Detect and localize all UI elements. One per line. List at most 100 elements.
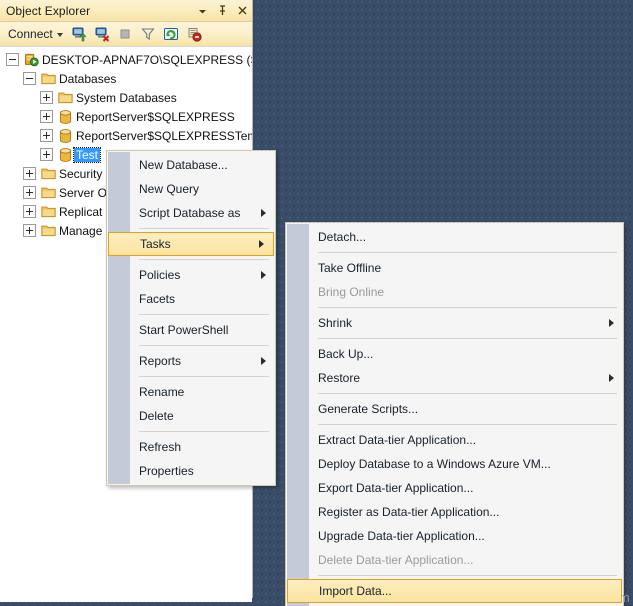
connect-button-label: Connect	[8, 27, 53, 41]
menu-item[interactable]: Tasks	[108, 232, 274, 256]
dropdown-icon[interactable]	[197, 4, 208, 17]
menu-item[interactable]: Rename	[107, 380, 275, 404]
menu-item-label: Take Offline	[318, 261, 382, 275]
connect-button[interactable]: Connect	[5, 26, 66, 42]
menu-item[interactable]: Register as Data-tier Application...	[286, 500, 623, 524]
tree-node-label: Manage	[59, 223, 103, 238]
menu-separator	[139, 259, 269, 260]
menu-item-label: Generate Scripts...	[318, 402, 419, 416]
menu-item-label: Delete Data-tier Application...	[318, 553, 474, 567]
disconnect-object-explorer-icon[interactable]	[92, 24, 112, 44]
menu-item-label: Refresh	[139, 440, 182, 454]
menu-item[interactable]: New Query	[107, 177, 275, 201]
menu-item-label: Back Up...	[318, 347, 374, 361]
expand-toggle-icon[interactable]	[23, 205, 36, 218]
menu-item[interactable]: Upgrade Data-tier Application...	[286, 524, 623, 548]
menu-separator	[318, 393, 617, 394]
expand-toggle-icon[interactable]	[40, 148, 53, 161]
menu-item-label: Shrink	[318, 316, 353, 330]
menu-separator	[139, 314, 269, 315]
menu-item[interactable]: Take Offline	[286, 256, 623, 280]
expand-toggle-icon[interactable]	[40, 110, 53, 123]
menu-item[interactable]: Restore	[286, 366, 623, 390]
menu-item-label: Rename	[139, 385, 185, 399]
menu-item[interactable]: Export Data-tier Application...	[286, 476, 623, 500]
refresh-icon[interactable]	[161, 24, 181, 44]
folder-icon	[56, 91, 74, 104]
menu-item[interactable]: Deploy Database to a Windows Azure VM...	[286, 452, 623, 476]
tree-node-label: System Databases	[76, 90, 177, 105]
expand-toggle-icon[interactable]	[23, 224, 36, 237]
menu-item[interactable]: Delete	[107, 404, 275, 428]
tree-node-label: Replicat	[59, 204, 103, 219]
menu-item-label: Properties	[139, 464, 194, 478]
expand-toggle-icon[interactable]	[23, 186, 36, 199]
menu-item[interactable]: Generate Scripts...	[286, 397, 623, 421]
submenu-arrow-icon	[609, 374, 614, 382]
menu-item-label: New Query	[139, 182, 200, 196]
tree-node-label: ReportServer$SQLEXPRESSTemp	[76, 128, 252, 143]
menu-item-label: Delete	[139, 409, 174, 423]
tree-node[interactable]: DESKTOP-APNAF7O\SQLEXPRESS (SQL	[0, 50, 252, 69]
object-explorer-toolbar: Connect	[0, 22, 252, 47]
object-explorer-titlebar: Object Explorer	[0, 0, 252, 22]
collapse-toggle-icon[interactable]	[23, 72, 36, 85]
stop-script-icon[interactable]	[184, 24, 204, 44]
menu-item[interactable]: Back Up...	[286, 342, 623, 366]
menu-item[interactable]: Detach...	[286, 225, 623, 249]
tree-node[interactable]: System Databases	[0, 88, 252, 107]
menu-item-label: Deploy Database to a Windows Azure VM...	[318, 457, 551, 471]
connect-object-explorer-icon[interactable]	[69, 24, 89, 44]
menu-item[interactable]: Policies	[107, 263, 275, 287]
panel-title: Object Explorer	[6, 3, 91, 18]
menu-separator	[318, 252, 617, 253]
server-icon	[22, 52, 40, 67]
pin-icon[interactable]	[217, 4, 228, 17]
menu-item-label: Reports	[139, 354, 182, 368]
menu-item[interactable]: New Database...	[107, 153, 275, 177]
expand-toggle-icon[interactable]	[40, 129, 53, 142]
menu-item-label: Extract Data-tier Application...	[318, 433, 477, 447]
menu-separator	[139, 431, 269, 432]
tree-node-label: Security	[59, 166, 103, 181]
menu-item[interactable]: Start PowerShell	[107, 318, 275, 342]
menu-item[interactable]: Shrink	[286, 311, 623, 335]
chevron-down-icon	[56, 33, 63, 37]
filter-icon[interactable]	[138, 24, 158, 44]
menu-separator	[139, 345, 269, 346]
menu-item-label: New Database...	[139, 158, 228, 172]
menu-item[interactable]: Properties	[107, 459, 275, 483]
menu-item[interactable]: Facets	[107, 287, 275, 311]
menu-item-label: Script Database as	[139, 206, 241, 220]
menu-item-label: Detach...	[318, 230, 367, 244]
menu-item: Delete Data-tier Application...	[286, 548, 623, 572]
tree-node[interactable]: Databases	[0, 69, 252, 88]
menu-item-label: Register as Data-tier Application...	[318, 505, 500, 519]
database-icon	[56, 109, 74, 124]
tree-node[interactable]: ReportServer$SQLEXPRESS	[0, 107, 252, 126]
tree-node-label: ReportServer$SQLEXPRESS	[76, 109, 235, 124]
submenu-arrow-icon	[609, 319, 614, 327]
menu-item-label: Facets	[139, 292, 176, 306]
database-context-menu: New Database... New Query Script Database …	[106, 150, 276, 486]
submenu-arrow-icon	[261, 271, 266, 279]
menu-item[interactable]: Extract Data-tier Application...	[286, 428, 623, 452]
menu-item-label: Export Data-tier Application...	[318, 481, 474, 495]
menu-item-label: Upgrade Data-tier Application...	[318, 529, 485, 543]
menu-separator	[318, 424, 617, 425]
menu-item[interactable]: Import Data...	[287, 579, 622, 603]
menu-item[interactable]: Reports	[107, 349, 275, 373]
folder-icon	[39, 205, 57, 218]
folder-icon	[39, 224, 57, 237]
menu-item: Bring Online	[286, 280, 623, 304]
expand-toggle-icon[interactable]	[23, 167, 36, 180]
menu-item[interactable]: Script Database as	[107, 201, 275, 225]
menu-item[interactable]: Refresh	[107, 435, 275, 459]
expand-toggle-icon[interactable]	[40, 91, 53, 104]
stop-icon[interactable]	[115, 24, 135, 44]
tree-node[interactable]: ReportServer$SQLEXPRESSTemp	[0, 126, 252, 145]
folder-icon	[39, 72, 57, 85]
close-icon[interactable]	[237, 4, 248, 17]
collapse-toggle-icon[interactable]	[6, 53, 19, 66]
menu-separator	[318, 307, 617, 308]
